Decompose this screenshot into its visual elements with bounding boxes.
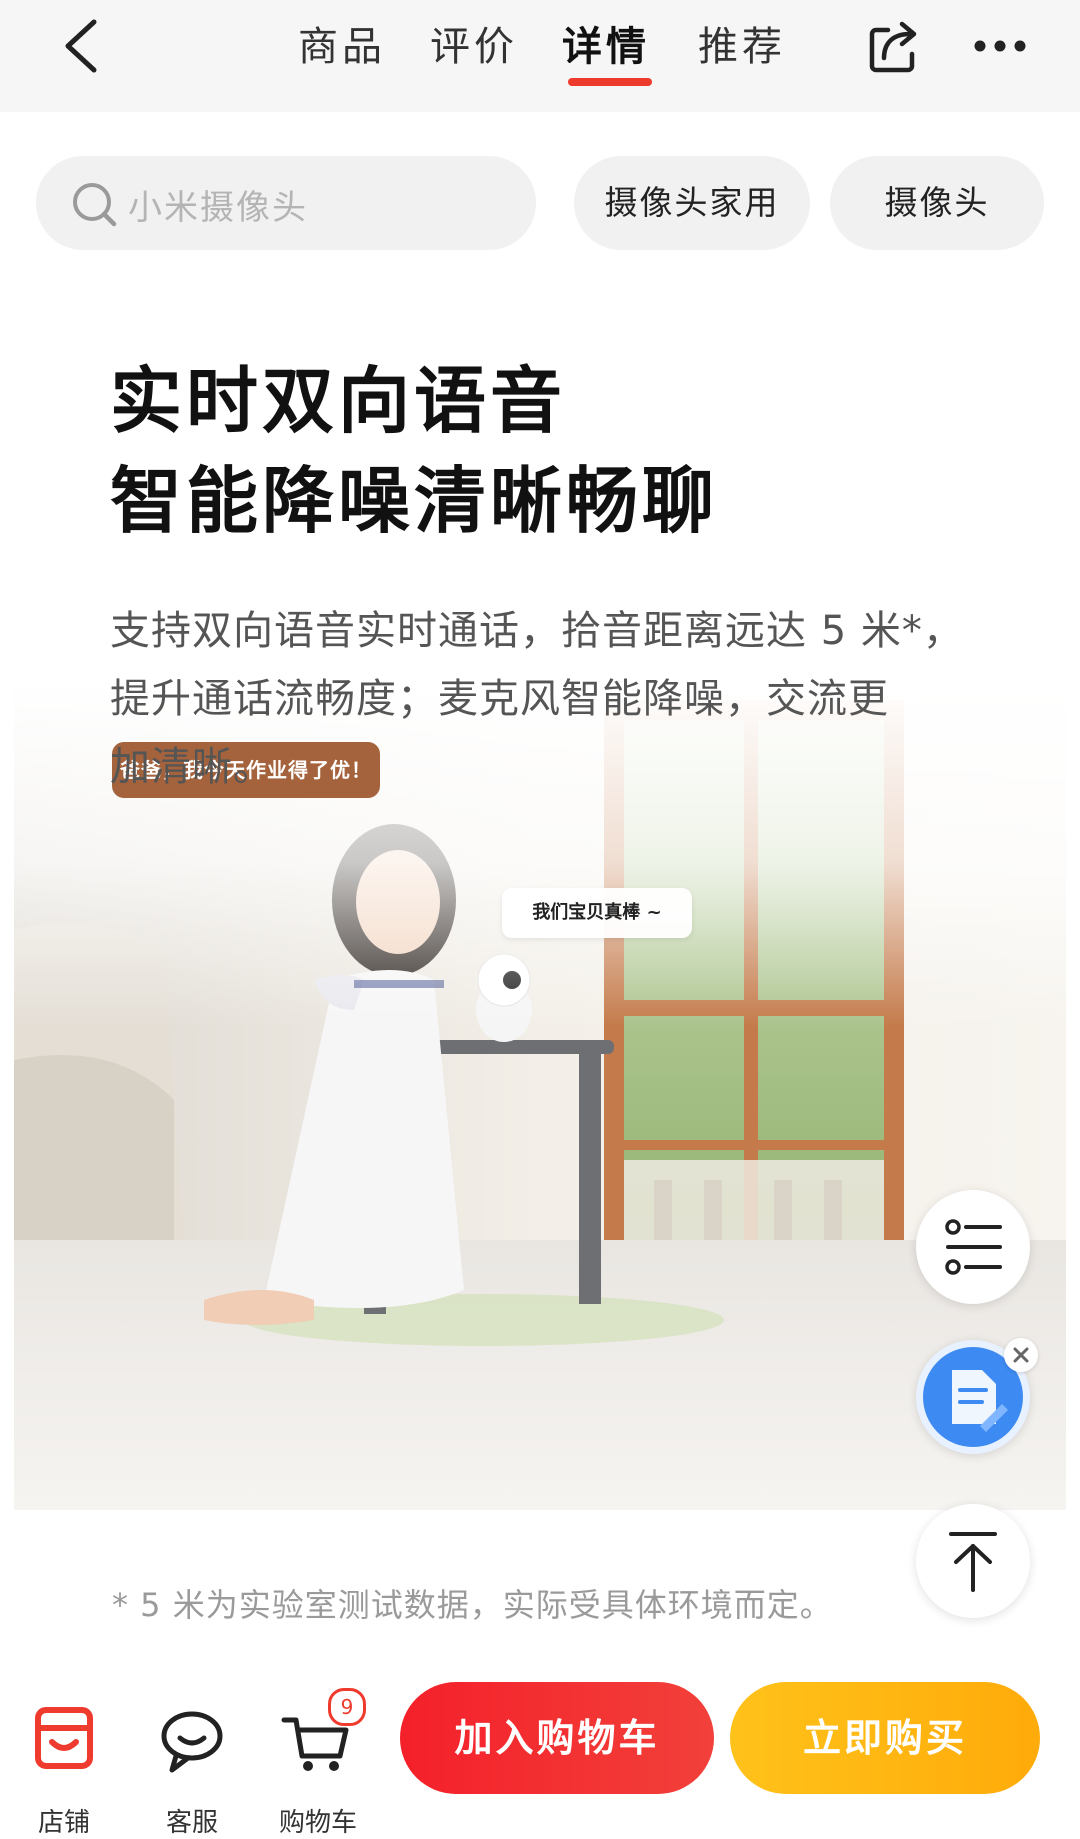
add-to-cart-button[interactable]: 加入购物车	[400, 1682, 714, 1794]
back-button[interactable]	[58, 16, 114, 76]
search-icon	[73, 183, 117, 227]
buy-now-button[interactable]: 立即购买	[730, 1682, 1040, 1794]
cart-badge: 9	[328, 1688, 366, 1726]
description-line-2: 提升通话流畅度；麦克风智能降噪，交流更	[110, 676, 889, 722]
product-photo: 爸爸，我今天作业得了优！ 我们宝贝真棒 ~	[14, 680, 1066, 1510]
tab-product[interactable]: 商品	[298, 14, 386, 72]
description-line-3: 加清晰。	[110, 744, 274, 790]
cart-badge-count: 9	[340, 1695, 354, 1719]
tab-details[interactable]: 详情	[562, 14, 650, 72]
bottom-action-bar: 店铺 客服 9 购物车 加入购物车 立即购买	[0, 1660, 1080, 1838]
more-icon	[974, 40, 1026, 52]
catalog-button[interactable]	[916, 1190, 1030, 1304]
speech-bubble-right: 我们宝贝真棒 ~	[502, 888, 692, 938]
tab-reviews[interactable]: 评价	[430, 14, 518, 72]
list-icon	[945, 1219, 1002, 1275]
customer-service-label: 客服	[165, 1808, 218, 1838]
active-tab-indicator	[568, 78, 652, 86]
headline-line-1: 实时双向语音	[110, 359, 567, 443]
store-icon	[35, 1707, 93, 1769]
headline-line-2: 智能降噪清晰畅聊	[110, 459, 719, 543]
customer-service-icon	[161, 1711, 223, 1773]
search-chip-camera[interactable]: 摄像头	[830, 156, 1044, 250]
cart-button[interactable]: 9 购物车	[268, 1688, 368, 1838]
top-nav-bar: 商品 评价 详情 推荐	[0, 0, 1080, 112]
chevron-left-icon	[65, 19, 97, 73]
search-input[interactable]: 小米摄像头	[36, 156, 536, 250]
search-placeholder: 小米摄像头	[128, 188, 308, 228]
more-button[interactable]	[972, 28, 1028, 64]
search-chip-home-camera[interactable]: 摄像头家用	[574, 156, 810, 250]
close-icon	[1013, 1347, 1029, 1363]
footnote: * 5 米为实验室测试数据，实际受具体环境而定。	[112, 1586, 833, 1624]
close-assistant-button[interactable]	[1004, 1338, 1038, 1372]
share-button[interactable]	[866, 16, 922, 76]
share-icon	[869, 21, 917, 73]
description-line-1: 支持双向语音实时通话，拾音距离远达 5 米*，	[110, 608, 964, 654]
tab-recommend[interactable]: 推荐	[698, 14, 786, 72]
store-button[interactable]: 店铺	[14, 1690, 114, 1838]
speech-bubble-right-text: 我们宝贝真棒 ~	[532, 902, 662, 923]
cart-label: 购物车	[278, 1808, 357, 1838]
store-label: 店铺	[37, 1808, 90, 1838]
back-to-top-button[interactable]	[916, 1504, 1030, 1618]
customer-service-button[interactable]: 客服	[142, 1690, 242, 1838]
search-row: 小米摄像头 摄像头家用 摄像头	[0, 112, 1080, 262]
arrow-up-icon	[949, 1532, 997, 1592]
